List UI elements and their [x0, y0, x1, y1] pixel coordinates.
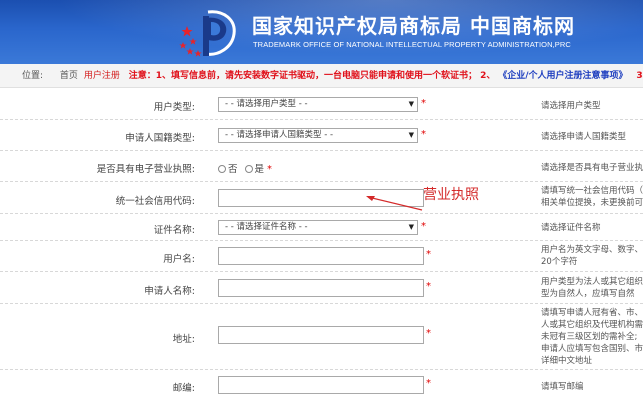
- username-hint-1: 用户名为英文字母、数字、: [541, 245, 643, 255]
- e-license-radio-group: 否 是 *: [218, 161, 272, 175]
- nationality-select[interactable]: - - 请选择申请人国籍类型 - - ▼: [218, 128, 418, 143]
- applicant-name-hint-1: 用户类型为法人或其它组织: [541, 277, 643, 287]
- address-hint-4: 申请人应填写包含国别、市: [541, 344, 643, 354]
- credit-code-label: 统一社会信用代码:: [115, 196, 195, 207]
- cert-name-label: 证件名称:: [153, 225, 195, 236]
- annotation-arrow-icon: [366, 196, 423, 211]
- registration-warning: 注意：1、填写信息前，请先安装数字证书驱动，一台电脑只能申请和使用一个软证书； …: [128, 71, 496, 81]
- address-hint-3: 未冠有三级区划的需补全;: [541, 332, 638, 342]
- row-credit-code: 统一社会信用代码: 请填写统一社会信用代码（ 相关单位提换，未更换前可: [0, 182, 643, 214]
- breadcrumb-current: 用户注册: [83, 71, 120, 81]
- site-title-en: TRADEMARK OFFICE OF NATIONAL INTELLECTUA…: [253, 40, 571, 49]
- row-nationality: 申请人国籍类型: - - 请选择申请人国籍类型 - - ▼ * 请选择申请人国籍…: [0, 120, 643, 151]
- user-type-hint: 请选择用户类型: [541, 101, 601, 111]
- e-license-label: 是否具有电子营业执照:: [96, 164, 195, 175]
- row-applicant-name: 申请人名称: * 用户类型为法人或其它组织 型为自然人，应填写自然: [0, 272, 643, 304]
- e-license-hint: 请选择是否具有电子营业执照: [541, 163, 643, 173]
- applicant-name-input[interactable]: [218, 279, 424, 297]
- site-header: 国家知识产权局商标局 中国商标网 TRADEMARK OFFICE OF NAT…: [0, 0, 643, 64]
- cert-name-hint: 请选择证件名称: [541, 223, 601, 233]
- credit-code-hint-2: 相关单位提换，未更换前可: [541, 198, 643, 208]
- address-label: 地址:: [172, 334, 195, 345]
- required-mark: *: [426, 249, 431, 260]
- user-type-select[interactable]: - - 请选择用户类型 - - ▼: [218, 97, 418, 112]
- required-mark: *: [421, 98, 426, 109]
- required-mark: *: [421, 129, 426, 140]
- cert-name-selected: - - 请选择证件名称 - -: [225, 222, 308, 232]
- applicant-name-label: 申请人名称:: [144, 286, 195, 297]
- row-user-type: 用户类型: - - 请选择用户类型 - - ▼ * 请选择用户类型: [0, 89, 643, 120]
- required-mark: *: [426, 328, 431, 339]
- registration-warning-tail: 3、: [636, 71, 643, 81]
- row-cert-name: 证件名称: - - 请选择证件名称 - - ▼ * 请选择证件名称: [0, 214, 643, 241]
- e-license-no-radio[interactable]: [218, 165, 226, 173]
- chevron-down-icon: ▼: [408, 131, 414, 139]
- username-hint-2: 20个字符: [541, 257, 578, 267]
- cert-name-select[interactable]: - - 请选择证件名称 - - ▼: [218, 220, 418, 235]
- address-hint-1: 请填写申请人冠有省、市、: [541, 308, 643, 318]
- username-input[interactable]: [218, 247, 424, 265]
- breadcrumb-home-link[interactable]: 首页: [60, 71, 78, 81]
- nationality-label: 申请人国籍类型:: [125, 133, 195, 144]
- address-input[interactable]: [218, 326, 424, 344]
- user-type-selected: - - 请选择用户类型 - -: [225, 99, 308, 109]
- credit-code-hint-1: 请填写统一社会信用代码（: [541, 186, 643, 196]
- e-license-yes-label: 是: [254, 164, 265, 175]
- nationality-selected: - - 请选择申请人国籍类型 - -: [225, 130, 334, 140]
- row-e-license: 是否具有电子营业执照: 否 是 * 请选择是否具有电子营业执照: [0, 151, 643, 182]
- required-mark: *: [426, 281, 431, 292]
- required-mark: *: [421, 221, 426, 232]
- e-license-yes-radio[interactable]: [244, 165, 253, 173]
- username-label: 用户名:: [163, 254, 195, 265]
- annotation-business-license: 营业执照: [423, 187, 479, 203]
- row-username: 用户名: * 用户名为英文字母、数字、 20个字符: [0, 241, 643, 272]
- site-title-cn: 国家知识产权局商标局 中国商标网: [252, 14, 575, 38]
- required-mark: *: [267, 164, 272, 175]
- address-hint-5: 详细中文地址: [541, 356, 593, 366]
- address-hint-2: 人或其它组织及代理机构需: [541, 320, 643, 330]
- e-license-no-label: 否: [228, 164, 238, 175]
- chevron-down-icon: ▼: [408, 223, 414, 231]
- chevron-down-icon: ▼: [408, 100, 414, 108]
- row-address: 地址: * 请填写申请人冠有省、市、 人或其它组织及代理机构需 未冠有三级区划的…: [0, 304, 643, 370]
- notice-bar: 位置: 首页 用户注册 注意：1、填写信息前，请先安装数字证书驱动，一台电脑只能…: [0, 64, 643, 88]
- user-type-label: 用户类型:: [153, 102, 195, 113]
- breadcrumb-position-label: 位置:: [22, 71, 44, 81]
- applicant-name-hint-2: 型为自然人，应填写自然: [541, 289, 635, 299]
- postcode-hint: 请填写邮编: [541, 382, 584, 392]
- nationality-hint: 请选择申请人国籍类型: [541, 132, 627, 142]
- postcode-input[interactable]: [218, 376, 424, 394]
- postcode-label: 邮编:: [172, 383, 195, 394]
- registration-notes-link[interactable]: 《企业/个人用户注册注意事项》: [498, 71, 627, 81]
- row-postcode: 邮编: * 请填写邮编: [0, 370, 643, 400]
- trademark-office-logo-icon[interactable]: [178, 6, 240, 60]
- required-mark: *: [426, 378, 431, 389]
